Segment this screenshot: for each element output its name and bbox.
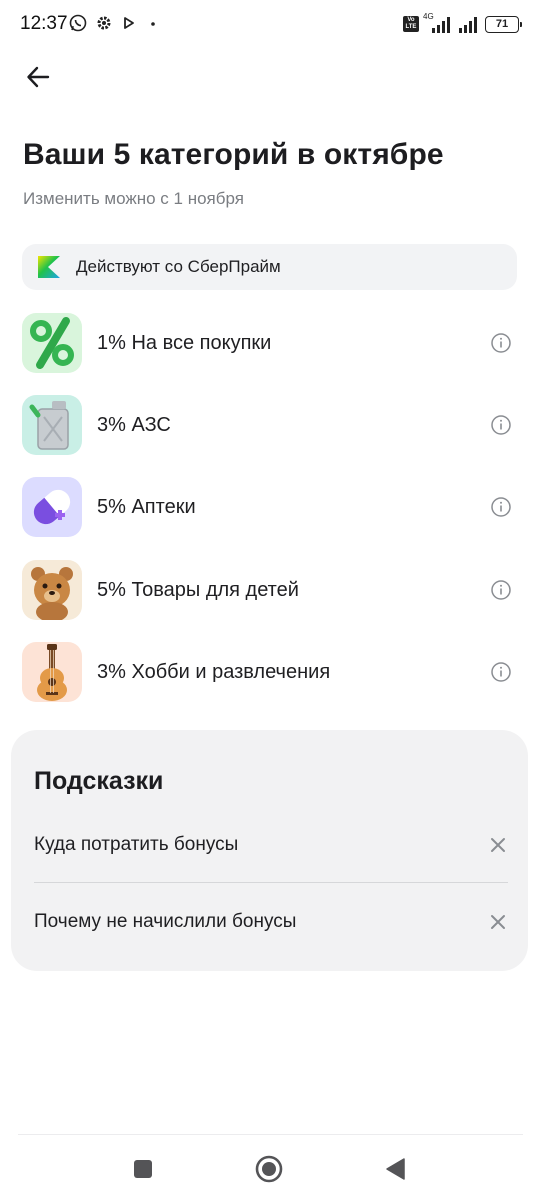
tips-card: Подсказки Куда потратить бонусы Почему н… [11,730,528,971]
back-triangle-icon [386,1158,405,1180]
tip-label: Почему не начислили бонусы [34,911,297,932]
battery-icon: 71 [485,15,522,33]
tip-item[interactable]: Куда потратить бонусы [34,825,509,865]
guitar-icon [22,642,82,702]
close-icon[interactable] [487,834,509,856]
home-button[interactable] [252,1152,286,1186]
page-title: Ваши 5 категорий в октябре [23,138,444,171]
status-right: Vo LTE 4G 71 [403,12,522,34]
category-item[interactable]: 3% АЗС [22,394,522,456]
category-item[interactable]: 3% Хобби и развлечения [22,641,522,703]
category-item[interactable]: 1% На все покупки [22,312,522,374]
pill-icon [22,477,82,537]
status-bar: 12:37 Vo LTE 4G 71 [0,0,539,48]
category-label: 5% Товары для детей [97,578,299,601]
recents-button[interactable] [126,1152,160,1186]
volte-label: Vo LTE [405,17,417,30]
close-icon[interactable] [487,911,509,933]
category-label: 1% На все покупки [97,331,272,354]
info-icon[interactable] [490,496,512,518]
category-item[interactable]: 5% Аптеки [22,476,522,538]
back-button[interactable] [18,57,58,97]
fuel-canister-icon [22,395,82,455]
info-icon[interactable] [490,332,512,354]
category-label: 3% АЗС [97,413,171,436]
tip-label: Куда потратить бонусы [34,834,239,855]
whatsapp-icon [69,14,87,32]
page-subtitle: Изменить можно с 1 ноября [23,189,244,208]
percent-icon [22,313,82,373]
info-icon[interactable] [490,661,512,683]
recents-square-icon [134,1160,152,1178]
category-label: 5% Аптеки [97,495,196,518]
gear-icon [97,16,111,30]
sberprime-label: Действуют со СберПрайм [76,257,281,276]
tips-title: Подсказки [34,767,164,795]
tip-item[interactable]: Почему не начислили бонусы [34,902,509,942]
home-circle-icon [255,1155,283,1183]
category-item[interactable]: 5% Товары для детей [22,559,522,621]
info-icon[interactable] [490,579,512,601]
battery-level: 71 [495,18,509,30]
info-icon[interactable] [490,414,512,436]
category-label: 3% Хобби и развлечения [97,660,331,683]
sberprime-chip[interactable]: Действуют со СберПрайм [22,244,517,290]
volte-icon: Vo LTE [403,16,419,32]
divider [18,1134,523,1135]
signal-icon: 4G [423,12,453,34]
status-time: 12:37 [20,13,68,34]
teddy-bear-icon [22,560,82,620]
signal-icon [459,17,477,33]
arrow-left-icon [27,66,50,88]
dot-icon [151,22,155,26]
back-nav-button[interactable] [378,1152,412,1186]
sberprime-logo-icon [38,256,60,278]
play-icon [124,17,134,29]
divider [34,882,508,883]
